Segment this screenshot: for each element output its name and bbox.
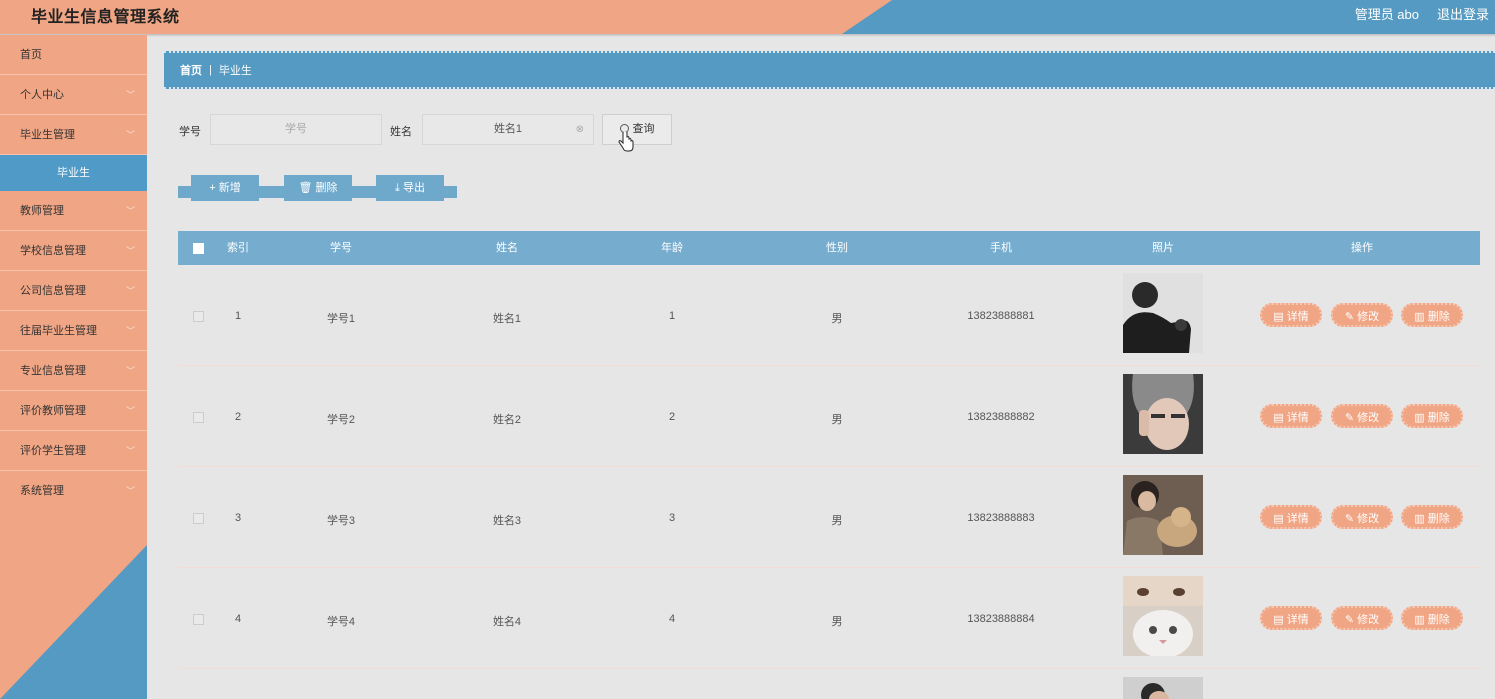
detail-button[interactable]: ▤ 详情 xyxy=(1260,606,1322,630)
chevron-down-icon: ﹀ xyxy=(125,406,135,416)
app-title: 毕业生信息管理系统 xyxy=(31,9,180,26)
edit-button[interactable]: ✎ 修改 xyxy=(1331,404,1393,428)
table-row: 2 学号2 姓名2 2 男 13823888882 ▤ 详情 ✎ 修改 ▥ 删除 xyxy=(178,366,1480,467)
xuehao-input[interactable]: 学号 xyxy=(210,114,382,145)
student-photo xyxy=(1123,576,1203,656)
student-photo xyxy=(1123,374,1203,454)
col-gender: 性别 xyxy=(826,242,848,254)
chevron-down-icon: ﹀ xyxy=(125,90,135,100)
sidebar-item-major-info[interactable]: 专业信息管理 ﹀ xyxy=(0,351,147,391)
chevron-down-icon: ﹀ xyxy=(125,326,135,336)
table-row: 1 学号1 姓名1 1 男 13823888881 ▤ 详情 ✎ 修改 ▥ 删除 xyxy=(178,265,1480,366)
sidebar-item-teacher-management[interactable]: 教师管理 ﹀ xyxy=(0,191,147,231)
export-button[interactable]: ⤓ 导出 xyxy=(376,175,444,201)
sidebar-item-student-evaluation[interactable]: 评价学生管理 ﹀ xyxy=(0,431,147,471)
chevron-down-icon: ﹀ xyxy=(125,286,135,296)
row-checkbox[interactable] xyxy=(193,614,204,625)
logout-link[interactable]: 退出登录 xyxy=(1437,4,1489,23)
document-icon: ▤ xyxy=(1273,614,1284,626)
detail-button[interactable]: ▤ 详情 xyxy=(1260,303,1322,327)
student-photo xyxy=(1123,677,1203,699)
sidebar-item-home[interactable]: 首页 xyxy=(0,35,147,75)
pencil-icon: ✎ xyxy=(1344,311,1355,323)
search-form: 学号 学号 姓名 姓名1 ⊗ 查询 xyxy=(0,114,1495,145)
pencil-icon: ✎ xyxy=(1344,412,1355,424)
admin-label: 管理员 abo xyxy=(1354,7,1419,22)
table-row: 3 学号3 姓名3 3 男 13823888883 ▤ 详情 ✎ 修改 ▥ 删除 xyxy=(178,467,1480,568)
chevron-down-icon: ﹀ xyxy=(125,366,135,376)
breadcrumb-home[interactable]: 首页 xyxy=(180,62,202,78)
detail-button[interactable]: ▤ 详情 xyxy=(1260,505,1322,529)
xuehao-label: 学号 xyxy=(179,126,201,138)
chevron-down-icon: ﹀ xyxy=(125,486,135,496)
trash-icon: ▥ xyxy=(1414,412,1425,424)
student-photo xyxy=(1123,475,1203,555)
edit-button[interactable]: ✎ 修改 xyxy=(1331,303,1393,327)
col-index: 索引 xyxy=(227,242,249,254)
col-actions: 操作 xyxy=(1351,242,1373,254)
document-icon: ▤ xyxy=(1273,412,1284,424)
pencil-icon: ✎ xyxy=(1344,614,1355,626)
select-all-checkbox[interactable] xyxy=(193,243,204,254)
trash-icon: ▥ xyxy=(1414,614,1425,626)
xingming-label: 姓名 xyxy=(390,126,412,138)
document-icon: ▤ xyxy=(1273,513,1284,525)
download-icon: ⤓ xyxy=(395,182,400,194)
sidebar-item-company-info[interactable]: 公司信息管理 ﹀ xyxy=(0,271,147,311)
chevron-down-icon: ﹀ xyxy=(125,446,135,456)
sidebar-item-teacher-evaluation[interactable]: 评价教师管理 ﹀ xyxy=(0,391,147,431)
edit-button[interactable]: ✎ 修改 xyxy=(1331,606,1393,630)
sidebar-item-system-management[interactable]: 系统管理 ﹀ xyxy=(0,471,147,511)
chevron-down-icon: ﹀ xyxy=(125,206,135,216)
delete-button[interactable]: ▥ 删除 xyxy=(1401,606,1463,630)
trash-icon: ▥ xyxy=(1414,513,1425,525)
sidebar-item-school-info[interactable]: 学校信息管理 ﹀ xyxy=(0,231,147,271)
trash-icon: 🗑 xyxy=(298,182,313,194)
delete-button[interactable]: ▥ 删除 xyxy=(1401,404,1463,428)
sidebar-item-past-graduates[interactable]: 往届毕业生管理 ﹀ xyxy=(0,311,147,351)
row-checkbox[interactable] xyxy=(193,311,204,322)
breadcrumb: 首页 | 毕业生 xyxy=(164,51,1495,89)
pointer-cursor-icon xyxy=(618,132,634,152)
chevron-down-icon: ﹀ xyxy=(125,246,135,256)
add-button[interactable]: + 新增 xyxy=(191,175,259,201)
sidebar-item-personal-center[interactable]: 个人中心 ﹀ xyxy=(0,75,147,115)
breadcrumb-current: 毕业生 xyxy=(218,65,252,77)
table-row: 4 学号4 姓名4 4 男 13823888884 ▤ 详情 ✎ 修改 ▥ 删除 xyxy=(178,568,1480,669)
student-photo xyxy=(1123,273,1203,353)
query-button[interactable]: 查询 xyxy=(602,114,672,145)
breadcrumb-separator: | xyxy=(209,64,212,76)
sidebar-subitem-graduate[interactable]: 毕业生 xyxy=(0,155,147,191)
detail-button[interactable]: ▤ 详情 xyxy=(1260,404,1322,428)
document-icon: ▤ xyxy=(1273,311,1284,323)
table-header: 索引 学号 姓名 年龄 性别 手机 照片 操作 xyxy=(178,231,1480,265)
delete-button[interactable]: ▥ 删除 xyxy=(1401,303,1463,327)
trash-icon: ▥ xyxy=(1414,311,1425,323)
col-age: 年龄 xyxy=(661,242,683,254)
delete-button[interactable]: ▥ 删除 xyxy=(1401,505,1463,529)
col-photo: 照片 xyxy=(1152,242,1174,254)
batch-delete-button[interactable]: 🗑 删除 xyxy=(284,175,352,201)
row-checkbox[interactable] xyxy=(193,412,204,423)
top-header: 毕业生信息管理系统 管理员 abo 退出登录 xyxy=(0,0,1495,34)
col-xuehao: 学号 xyxy=(330,242,352,254)
col-xingming: 姓名 xyxy=(496,242,518,254)
clear-icon[interactable]: ⊗ xyxy=(576,115,584,144)
col-phone: 手机 xyxy=(990,242,1012,254)
pencil-icon: ✎ xyxy=(1344,513,1355,525)
edit-button[interactable]: ✎ 修改 xyxy=(1331,505,1393,529)
row-checkbox[interactable] xyxy=(193,513,204,524)
xingming-input[interactable]: 姓名1 ⊗ xyxy=(422,114,594,145)
